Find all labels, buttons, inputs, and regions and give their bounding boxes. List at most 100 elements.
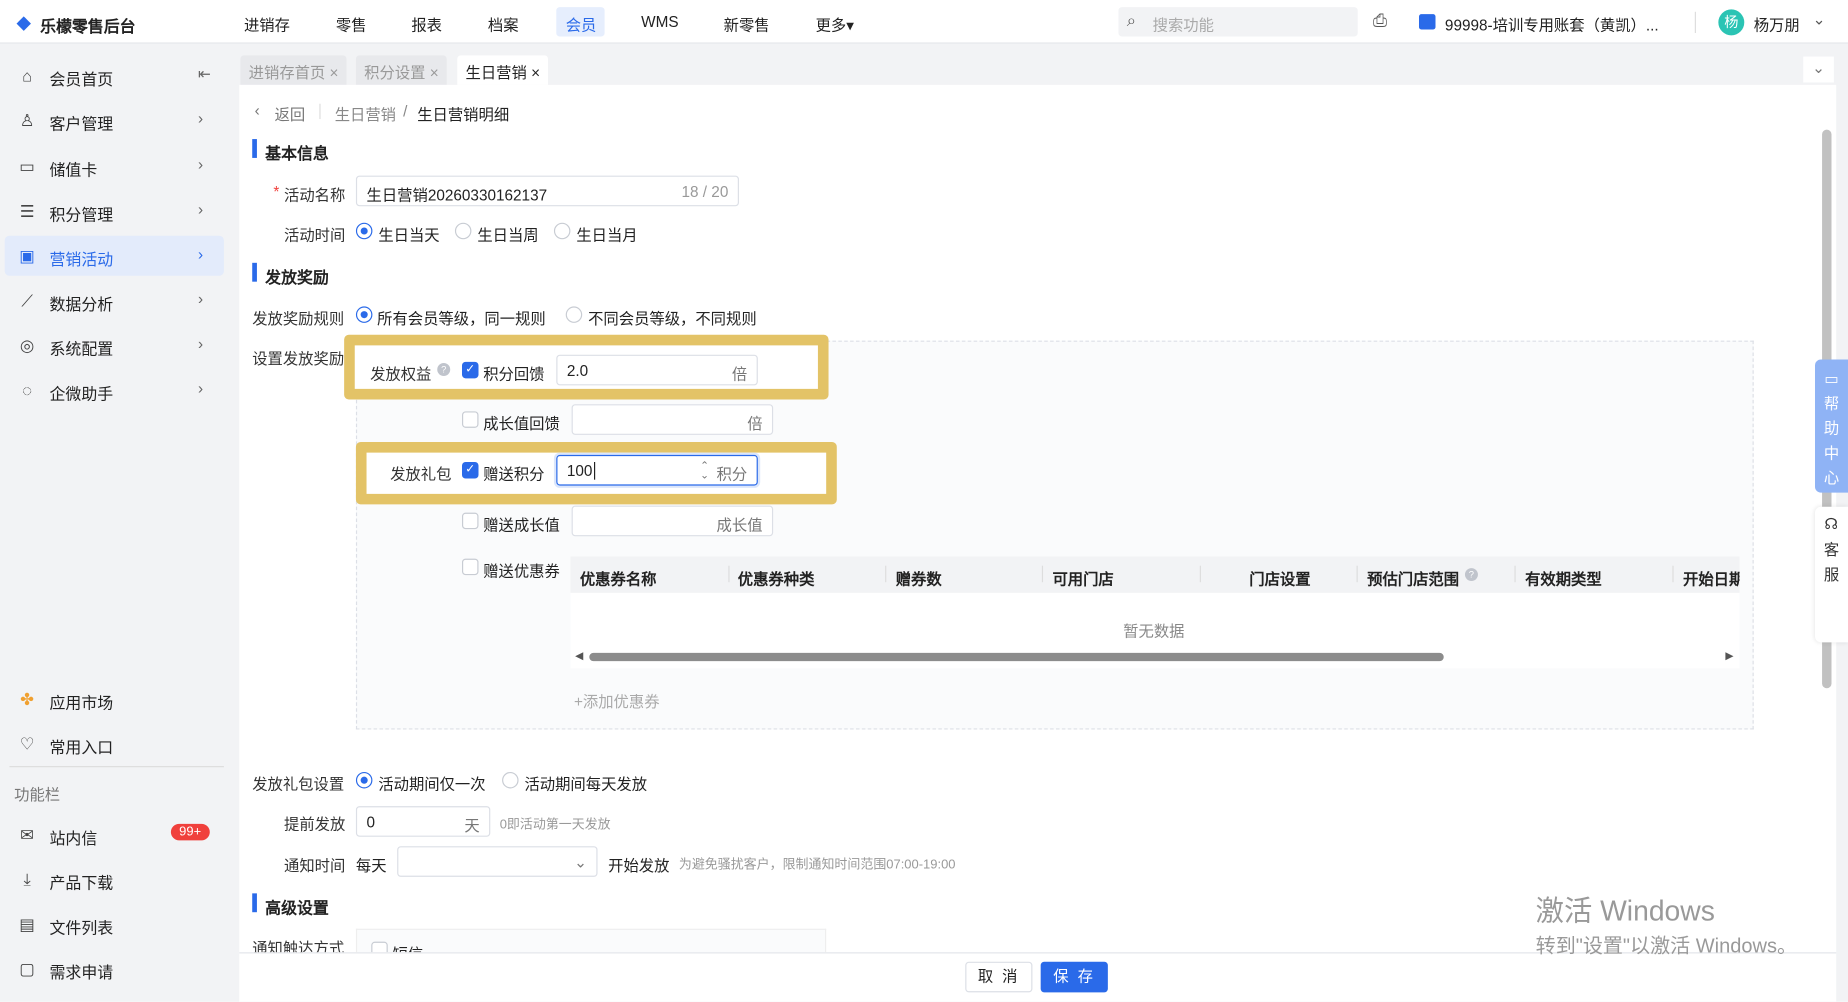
time-label: 活动时间 <box>284 226 346 244</box>
empty-text: 暂无数据 <box>1123 622 1185 640</box>
nav-item[interactable]: WMS <box>641 13 678 31</box>
radio-label[interactable]: 不同会员等级，不同规则 <box>588 306 757 328</box>
checkbox-gift-points[interactable]: ✓ <box>461 461 479 479</box>
radio-label[interactable]: 活动期间仅一次 <box>378 772 485 794</box>
user-icon: ♙ <box>19 110 35 130</box>
radio-same-rule[interactable] <box>355 306 373 323</box>
points-feedback-input[interactable]: 2.0 倍 <box>556 354 758 386</box>
help-center-button[interactable]: ▭ 帮助中心 <box>1814 359 1848 493</box>
checkbox-sms[interactable] <box>371 941 388 953</box>
sidebar-item-marketing[interactable]: ▣ 营销活动 › <box>4 235 224 276</box>
sidebar-item-requests[interactable]: ▢ 需求申请 <box>5 949 224 989</box>
sidebar-item-app-market[interactable]: ✤ 应用市场 <box>5 679 224 719</box>
growth-feedback-input[interactable]: 倍 <box>571 404 774 435</box>
add-coupon-link[interactable]: +添加优惠券 <box>574 689 660 711</box>
customer-service-button[interactable]: ☊ 客服 <box>1814 506 1848 643</box>
section-bar <box>252 139 257 158</box>
section-title: 发放奖励 <box>265 268 329 287</box>
radio-daily[interactable] <box>502 771 519 789</box>
char-counter: 18 / 20 <box>681 182 729 201</box>
sidebar-item-messages[interactable]: ✉ 站内信 99+ <box>5 814 224 854</box>
checkbox-label[interactable]: 赠送积分 <box>483 462 544 484</box>
gift-points-input[interactable]: 100 ⌃ ⌄ 积分 <box>556 454 758 486</box>
checkbox-points-feedback[interactable]: ✓ <box>461 361 479 379</box>
checkbox-gift-coupon[interactable] <box>461 558 479 576</box>
radio-label[interactable]: 生日当天 <box>378 223 439 245</box>
back-link[interactable]: 返回 <box>275 103 306 125</box>
sidebar-item-analytics[interactable]: ⟋ 数据分析 › <box>5 280 224 320</box>
advance-days-input[interactable]: 0天 <box>355 806 491 837</box>
chart-icon: ⟋ <box>21 291 33 310</box>
tab-inventory-home[interactable]: 进销存首页 × <box>240 55 347 85</box>
activity-name-input[interactable]: 生日营销20260330162137 18 / 20 <box>355 175 739 207</box>
sidebar-item-downloads[interactable]: ⤓ 产品下载 <box>5 859 224 899</box>
checkbox-label[interactable]: 短信 <box>392 942 423 952</box>
chevron-right-icon: › <box>197 334 204 353</box>
tab-points-settings[interactable]: 积分设置 × <box>355 55 447 85</box>
notify-label: 通知时间 <box>284 856 346 875</box>
chevron-right-icon: › <box>197 245 204 263</box>
radio-label[interactable]: 所有会员等级，同一规则 <box>377 306 546 328</box>
top-bar: ◆ 乐檬零售后台 进销存 零售 报表 档案 会员 WMS 新零售 更多▾ ⌕ 搜… <box>0 0 1848 44</box>
sidebar-item-points[interactable]: ☰ 积分管理 › <box>5 191 224 231</box>
nav-item[interactable]: 零售 <box>336 13 367 35</box>
chevron-down-icon[interactable]: ⌄ <box>1813 11 1826 30</box>
save-button[interactable]: 保 存 <box>1040 961 1108 993</box>
reach-panel: 短信 <box>355 928 827 953</box>
help-icon[interactable]: ? <box>1464 568 1478 582</box>
radio-birthday-month[interactable] <box>553 222 571 240</box>
scroll-right-icon[interactable]: ▶ <box>1725 649 1733 662</box>
sidebar-item-customers[interactable]: ♙ 客户管理 › <box>5 100 224 140</box>
search-input[interactable]: ⌕ 搜索功能 <box>1118 7 1358 37</box>
chat-icon: ◌ <box>22 380 33 400</box>
table-scrollbar[interactable] <box>589 652 1444 662</box>
app-market-icon: ✤ <box>20 689 35 709</box>
collapse-icon[interactable]: ⇤ <box>198 65 211 84</box>
checkbox-growth-feedback[interactable] <box>461 411 479 428</box>
nav-item[interactable]: 报表 <box>411 13 442 35</box>
gift-settings-label: 发放礼包设置 <box>252 775 345 794</box>
sidebar-item-files[interactable]: ▤ 文件列表 <box>5 904 224 944</box>
nav-item[interactable]: 新零售 <box>724 13 770 35</box>
sidebar-item-settings[interactable]: ◎ 系统配置 › <box>5 325 224 365</box>
nav-more[interactable]: 更多▾ <box>816 13 854 35</box>
tabs-dropdown-icon[interactable]: ⌄ <box>1803 56 1834 83</box>
checkbox-label[interactable]: 赠送优惠券 <box>483 559 560 581</box>
radio-label[interactable]: 活动期间每天发放 <box>524 772 647 794</box>
nav-item[interactable]: 进销存 <box>244 13 290 35</box>
user-name[interactable]: 杨万朋 <box>1754 13 1800 35</box>
sidebar-item-favorites[interactable]: ♡ 常用入口 <box>5 724 224 764</box>
help-icon[interactable]: ? <box>437 362 451 376</box>
spinner-icon[interactable]: ⌃ ⌄ <box>700 460 709 480</box>
radio-birthday-day[interactable] <box>355 222 373 240</box>
sidebar-item-stored-card[interactable]: ▭ 储值卡 › <box>5 146 224 186</box>
sidebar-item-wecom[interactable]: ◌ 企微助手 › <box>5 370 224 410</box>
notify-time-select[interactable]: ⌄ <box>397 846 598 877</box>
nav-item-active[interactable]: 会员 <box>566 13 597 35</box>
printer-icon[interactable]: ⎙ <box>1373 11 1387 31</box>
gift-growth-input[interactable]: 成长值 <box>571 505 774 537</box>
help-icon: ▭ <box>1824 370 1839 388</box>
checkbox-gift-growth[interactable] <box>461 512 479 530</box>
checkbox-label[interactable]: 积分回馈 <box>483 362 544 384</box>
cancel-button[interactable]: 取 消 <box>965 961 1033 993</box>
notify-prefix: 每天 <box>355 856 387 875</box>
breadcrumb-parent[interactable]: 生日营销 <box>335 103 396 125</box>
radio-once[interactable] <box>355 771 373 789</box>
radio-label[interactable]: 生日当周 <box>477 223 538 245</box>
back-icon[interactable]: ‹ <box>255 101 260 119</box>
chevron-right-icon: › <box>197 289 204 308</box>
tab-birthday-marketing[interactable]: 生日营销 × <box>457 55 549 85</box>
radio-label[interactable]: 生日当月 <box>576 223 637 245</box>
windows-activation-hint: 转到"设置"以激活 Windows。 <box>1535 934 1798 957</box>
column-header: 优惠券种类 <box>737 570 815 589</box>
scroll-left-icon[interactable]: ◀ <box>575 649 583 662</box>
radio-birthday-week[interactable] <box>454 222 472 240</box>
nav-item[interactable]: 档案 <box>488 13 519 35</box>
avatar[interactable]: 杨 <box>1718 9 1745 36</box>
checkbox-label[interactable]: 成长值回馈 <box>483 411 560 433</box>
account-selector[interactable]: 99998-培训专用账套（黄凯）... <box>1445 13 1659 35</box>
radio-different-rule[interactable] <box>565 306 583 323</box>
checkbox-label[interactable]: 赠送成长值 <box>483 513 560 535</box>
sidebar-item-home[interactable]: ⌂ 会员首页 ⇤ <box>5 55 224 95</box>
